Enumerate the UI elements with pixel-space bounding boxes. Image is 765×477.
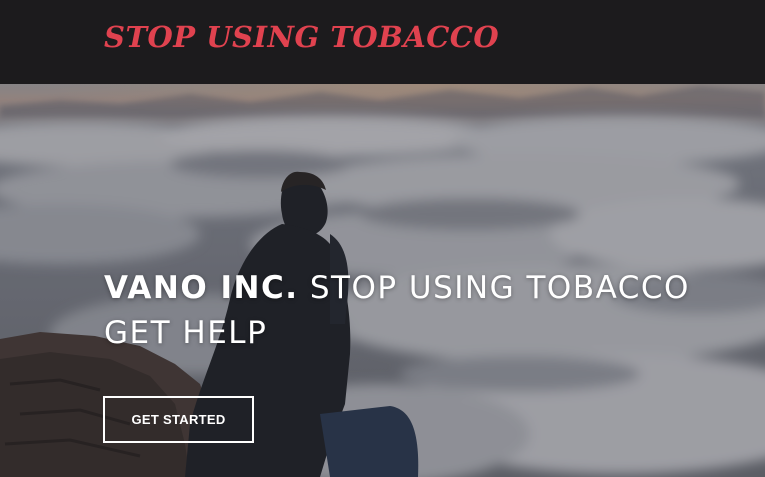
hero-title: VANO INC. STOP USING TOBACCO GET HELP — [104, 266, 754, 356]
hero-section: VANO INC. STOP USING TOBACCO GET HELP GE… — [0, 84, 765, 477]
hero-title-tagline: STOP USING TOBACCO — [309, 270, 690, 306]
top-navbar: STOP USING TOBACCO — [0, 0, 765, 84]
hero-title-line-2: GET HELP — [104, 315, 268, 351]
hero-title-line-1: VANO INC. STOP USING TOBACCO — [104, 266, 754, 311]
get-started-button[interactable]: GET STARTED — [103, 396, 254, 443]
hero-title-company: VANO INC. — [104, 270, 299, 306]
brand-logo-link[interactable]: STOP USING TOBACCO — [104, 20, 499, 54]
